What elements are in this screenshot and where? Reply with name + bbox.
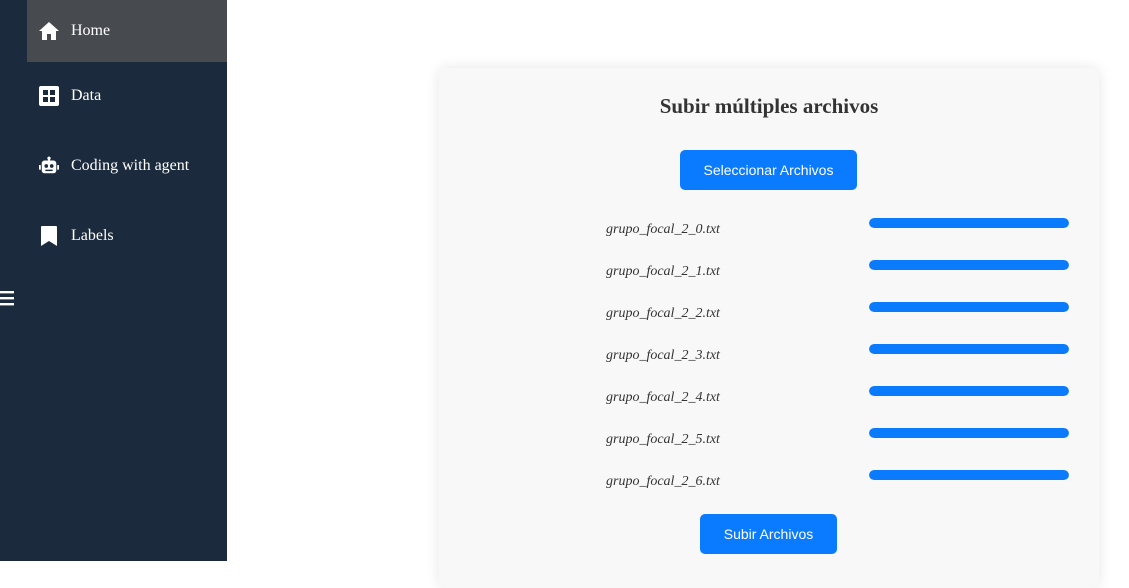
file-row: grupo_focal_2_0.txt	[439, 218, 1099, 242]
file-row: grupo_focal_2_5.txt	[439, 428, 1099, 452]
file-row: grupo_focal_2_4.txt	[439, 386, 1099, 410]
progress-fill	[869, 302, 1069, 312]
file-name: grupo_focal_2_0.txt	[606, 222, 720, 237]
sidebar-item-label: Coding with agent	[71, 157, 190, 174]
bookmark-icon	[39, 226, 59, 246]
select-files-button[interactable]: Seleccionar Archivos	[680, 150, 857, 190]
file-row: grupo_focal_2_6.txt	[439, 470, 1099, 494]
progress-fill	[869, 386, 1069, 396]
file-name: grupo_focal_2_2.txt	[606, 306, 720, 321]
progress-fill	[869, 260, 1069, 270]
progress-bar	[869, 428, 1069, 438]
upload-card: Subir múltiples archivos Seleccionar Arc…	[439, 68, 1099, 588]
sidebar-item-home[interactable]: Home	[27, 0, 227, 62]
sidebar: Home Data Coding with agent Labels	[0, 0, 227, 561]
file-row: grupo_focal_2_3.txt	[439, 344, 1099, 368]
sidebar-item-label: Data	[71, 87, 102, 104]
grid-icon	[39, 86, 59, 106]
file-name: grupo_focal_2_1.txt	[606, 264, 720, 279]
file-name: grupo_focal_2_3.txt	[606, 348, 720, 363]
sidebar-item-label: Home	[71, 22, 111, 39]
robot-icon	[39, 156, 59, 176]
progress-fill	[869, 470, 1069, 480]
file-row: grupo_focal_2_2.txt	[439, 302, 1099, 326]
sidebar-item-coding-with-agent[interactable]: Coding with agent	[27, 135, 227, 197]
upload-files-button[interactable]: Subir Archivos	[700, 514, 837, 554]
sidebar-item-labels[interactable]: Labels	[27, 205, 227, 267]
progress-bar	[869, 470, 1069, 480]
file-name: grupo_focal_2_6.txt	[606, 474, 720, 489]
progress-fill	[869, 218, 1069, 228]
home-icon	[39, 21, 59, 41]
page-title: Subir múltiples archivos	[659, 94, 879, 118]
sidebar-item-data[interactable]: Data	[27, 65, 227, 127]
sidebar-item-label: Labels	[71, 227, 114, 244]
progress-bar	[869, 218, 1069, 228]
progress-bar	[869, 260, 1069, 270]
progress-fill	[869, 428, 1069, 438]
progress-bar	[869, 344, 1069, 354]
file-row: grupo_focal_2_1.txt	[439, 260, 1099, 284]
progress-bar	[869, 386, 1069, 396]
hamburger-icon[interactable]	[0, 289, 14, 307]
progress-fill	[869, 344, 1069, 354]
file-name: grupo_focal_2_5.txt	[606, 432, 720, 447]
progress-bar	[869, 302, 1069, 312]
file-name: grupo_focal_2_4.txt	[606, 390, 720, 405]
